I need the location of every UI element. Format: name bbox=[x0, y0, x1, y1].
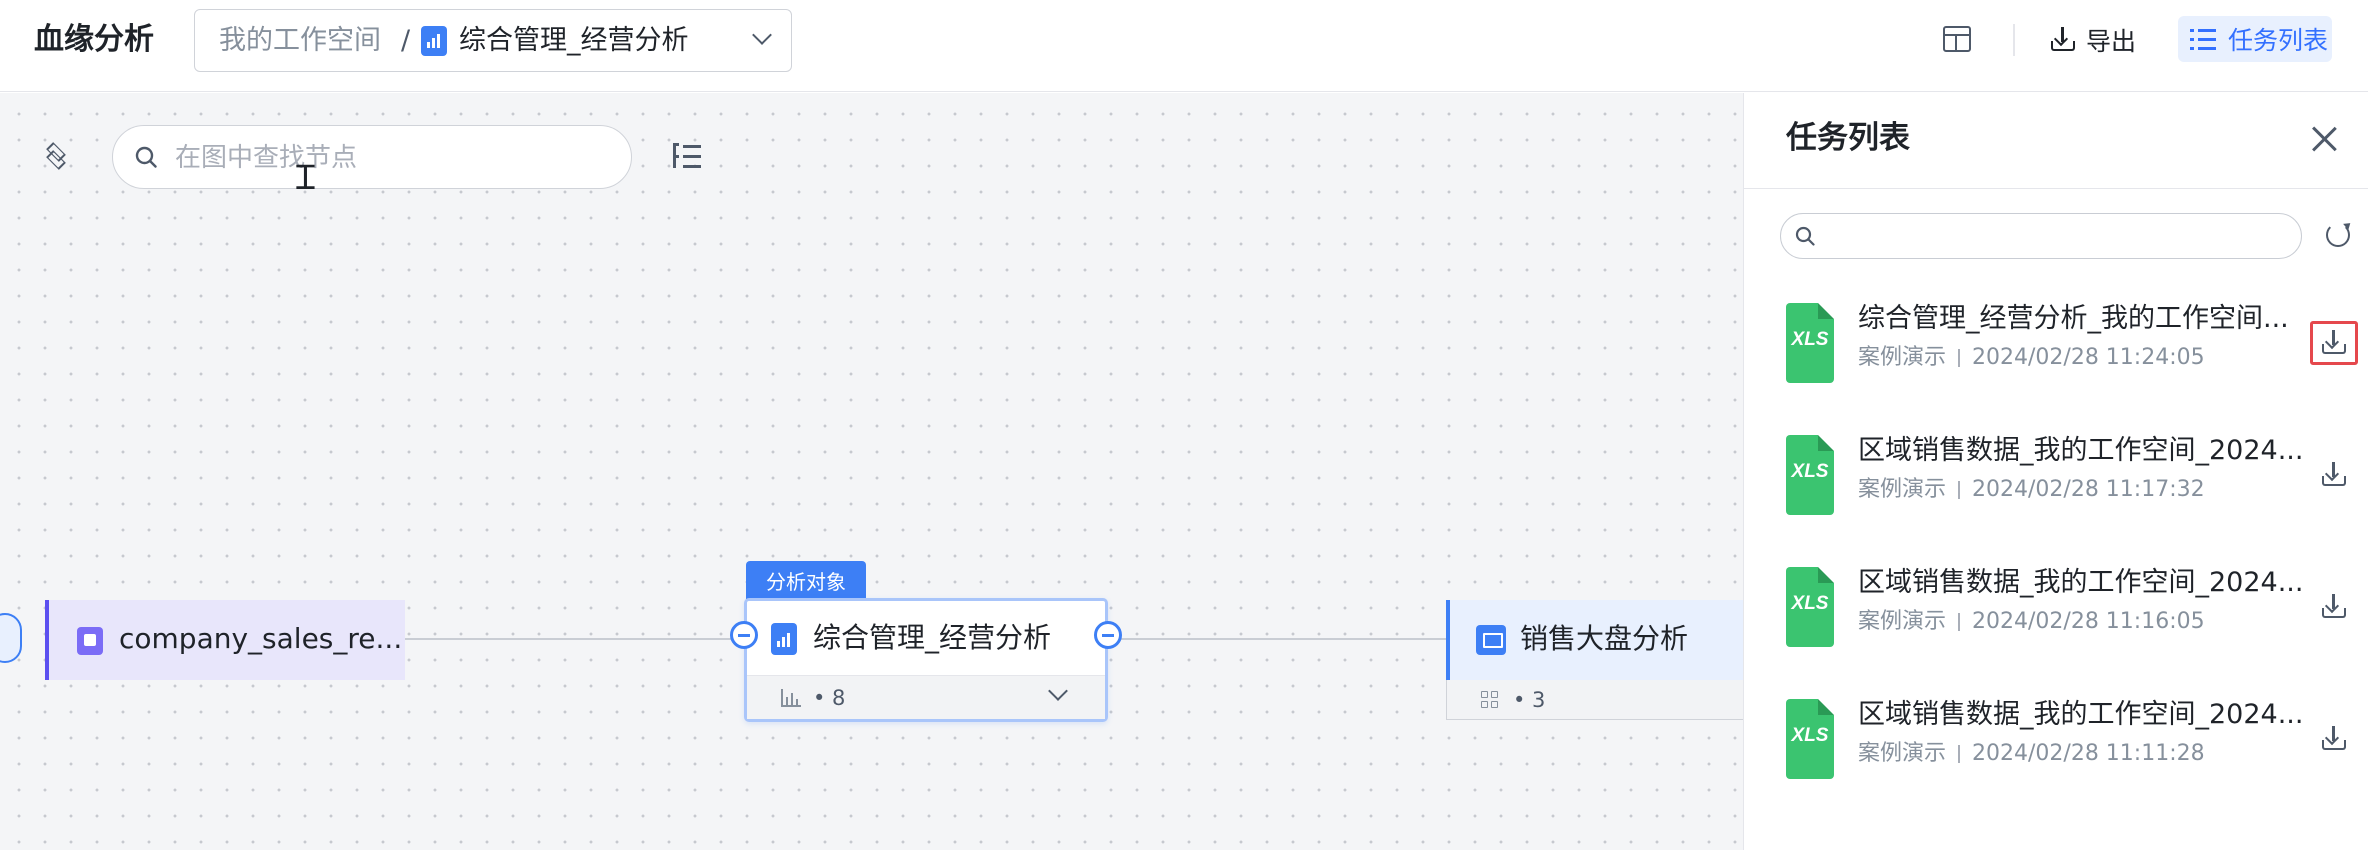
chevron-down-icon[interactable] bbox=[752, 25, 772, 45]
collapse-downstream-button[interactable] bbox=[1094, 621, 1122, 649]
download-button[interactable] bbox=[2310, 585, 2358, 629]
task-time: 2024/02/28 11:24:05 bbox=[1972, 345, 2205, 370]
analysis-chart-icon bbox=[421, 26, 447, 56]
task-meta: 案例演示 2024/02/28 11:24:05 bbox=[1858, 343, 2205, 373]
header-divider bbox=[2013, 24, 2015, 56]
file-type-label: XLS bbox=[1791, 593, 1829, 614]
file-type-label: XLS bbox=[1791, 725, 1829, 746]
file-type-label: XLS bbox=[1791, 461, 1829, 482]
task-meta: 案例演示 2024/02/28 11:11:28 bbox=[1858, 739, 2205, 769]
download-button[interactable] bbox=[2310, 717, 2358, 761]
task-search-box[interactable] bbox=[1780, 213, 2302, 259]
xls-file-icon: XLS bbox=[1786, 567, 1834, 647]
xls-file-icon: XLS bbox=[1786, 699, 1834, 779]
task-list-label: 任务列表 bbox=[2228, 26, 2329, 55]
analysis-chart-icon bbox=[771, 623, 797, 655]
breadcrumb-select[interactable]: 我的工作空间 / 综合管理_经营分析 bbox=[194, 9, 792, 72]
edge-center-right bbox=[1108, 638, 1446, 640]
download-icon bbox=[2321, 462, 2347, 488]
bar-chart-icon bbox=[781, 689, 801, 707]
export-label: 导出 bbox=[2086, 27, 2137, 56]
analysis-object-tag: 分析对象 bbox=[746, 561, 866, 599]
dataset-node-label: company_sales_re... bbox=[119, 622, 403, 655]
search-icon bbox=[135, 146, 157, 168]
task-space: 案例演示 bbox=[1858, 609, 1947, 634]
task-meta: 案例演示 2024/02/28 11:17:32 bbox=[1858, 475, 2205, 505]
task-item: XLS 区域销售数据_我的工作空间_2024... 案例演示 2024/02/28… bbox=[1744, 425, 2368, 535]
download-button[interactable] bbox=[2310, 453, 2358, 497]
task-list-button[interactable]: 任务列表 bbox=[2178, 16, 2332, 62]
task-list-panel: 任务列表 XLS 综合管理_经营分析_我的工作空间... 案例演示 2024/02… bbox=[1743, 93, 2368, 850]
task-name: 综合管理_经营分析_我的工作空间... bbox=[1858, 303, 2289, 334]
task-time: 2024/02/28 11:16:05 bbox=[1972, 609, 2205, 634]
task-space: 案例演示 bbox=[1858, 345, 1947, 370]
xls-file-icon: XLS bbox=[1786, 435, 1834, 515]
task-item: XLS 区域销售数据_我的工作空间_2024... 案例演示 2024/02/28… bbox=[1744, 689, 2368, 799]
search-icon bbox=[1795, 226, 1815, 246]
task-item: XLS 综合管理_经营分析_我的工作空间... 案例演示 2024/02/28 1… bbox=[1744, 293, 2368, 403]
layout-icon[interactable] bbox=[1943, 26, 1971, 52]
component-count: • 3 bbox=[1513, 688, 1546, 712]
panel-title: 任务列表 bbox=[1786, 120, 1910, 156]
breadcrumb-current: 综合管理_经营分析 bbox=[459, 25, 689, 56]
top-header: 血缘分析 我的工作空间 / 综合管理_经营分析 导出 任务列表 bbox=[0, 0, 2368, 92]
node-search-input[interactable] bbox=[175, 138, 605, 178]
export-button[interactable]: 导出 bbox=[2050, 18, 2136, 62]
grid-icon bbox=[1481, 691, 1499, 709]
task-name: 区域销售数据_我的工作空间_2024... bbox=[1858, 567, 2304, 598]
analysis-node[interactable]: 综合管理_经营分析 • 8 bbox=[744, 598, 1108, 722]
task-name: 区域销售数据_我的工作空间_2024... bbox=[1858, 699, 2304, 730]
chevron-down-icon[interactable] bbox=[1048, 681, 1068, 701]
task-meta: 案例演示 2024/02/28 11:16:05 bbox=[1858, 607, 2205, 637]
analysis-node-footer[interactable]: • 8 bbox=[747, 675, 1105, 719]
task-search-input[interactable] bbox=[1825, 220, 2285, 252]
close-icon[interactable] bbox=[2310, 125, 2338, 153]
dataset-icon bbox=[77, 627, 103, 655]
dashboard-icon bbox=[1476, 625, 1506, 655]
lineage-canvas[interactable]: Ɪ company_sales_re... 分析对象 综合管理_经营分析 • 8 bbox=[0, 93, 1743, 850]
breadcrumb-separator: / bbox=[401, 25, 411, 56]
task-time: 2024/02/28 11:11:28 bbox=[1972, 741, 2205, 766]
task-space: 案例演示 bbox=[1858, 477, 1947, 502]
dashboard-node-label: 销售大盘分析 bbox=[1520, 622, 1689, 655]
collapse-upstream-button[interactable] bbox=[730, 621, 758, 649]
file-type-label: XLS bbox=[1791, 329, 1829, 350]
dashboard-node[interactable]: 销售大盘分析 bbox=[1446, 600, 1743, 680]
refresh-icon[interactable] bbox=[2326, 223, 2350, 247]
text-cursor-icon: Ɪ bbox=[296, 158, 315, 198]
download-icon bbox=[2321, 726, 2347, 752]
dashboard-node-footer[interactable]: • 3 bbox=[1446, 680, 1743, 720]
dataset-node[interactable]: company_sales_re... bbox=[45, 600, 405, 680]
download-button[interactable] bbox=[2310, 321, 2358, 365]
task-time: 2024/02/28 11:17:32 bbox=[1972, 477, 2205, 502]
breadcrumb-workspace[interactable]: 我的工作空间 bbox=[219, 24, 381, 58]
layers-icon[interactable] bbox=[43, 142, 69, 170]
download-icon bbox=[2321, 594, 2347, 620]
download-icon bbox=[2050, 27, 2076, 53]
app-title: 血缘分析 bbox=[34, 22, 154, 57]
chart-count: • 8 bbox=[813, 686, 846, 710]
download-icon bbox=[2321, 330, 2347, 356]
upstream-node-stub[interactable] bbox=[0, 613, 22, 663]
edge-left-center bbox=[405, 638, 745, 640]
analysis-node-label: 综合管理_经营分析 bbox=[813, 621, 1052, 654]
xls-file-icon: XLS bbox=[1786, 303, 1834, 383]
node-search-box[interactable] bbox=[112, 125, 632, 189]
tree-icon[interactable] bbox=[673, 143, 701, 168]
task-space: 案例演示 bbox=[1858, 741, 1947, 766]
task-item: XLS 区域销售数据_我的工作空间_2024... 案例演示 2024/02/28… bbox=[1744, 557, 2368, 667]
list-icon bbox=[2190, 27, 2216, 51]
panel-divider bbox=[1744, 188, 2368, 189]
task-name: 区域销售数据_我的工作空间_2024... bbox=[1858, 435, 2304, 466]
